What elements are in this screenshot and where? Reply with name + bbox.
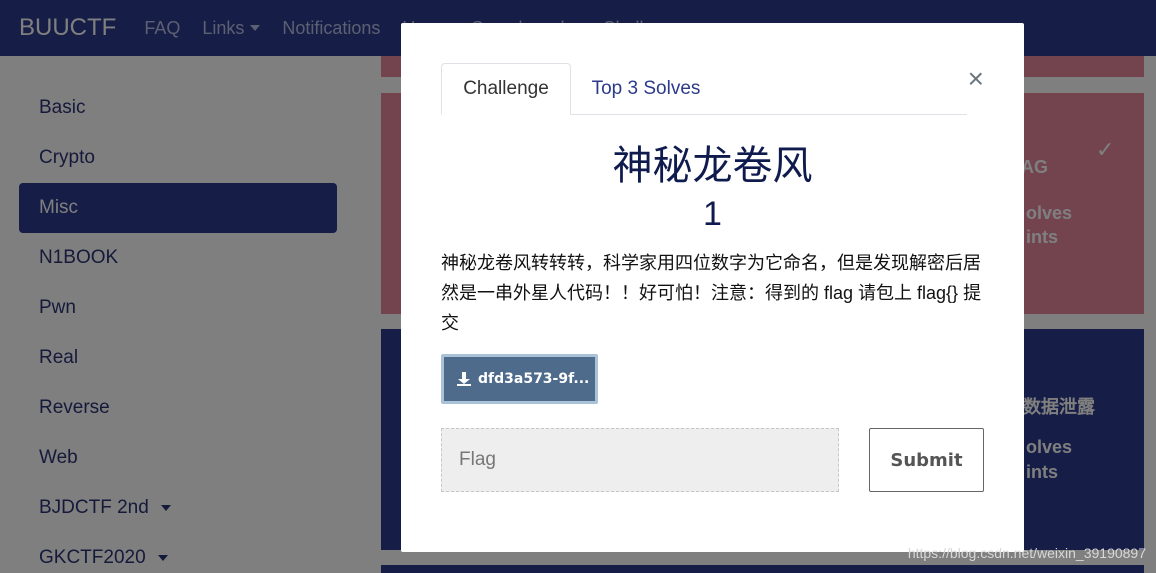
flag-input[interactable] [441,428,839,492]
download-icon [457,372,471,386]
challenge-description: 神秘龙卷风转转转，科学家用四位数字为它命名，但是发现解密后居然是一串外星人代码！… [441,253,982,333]
file-download-button[interactable]: dfd3a573-9f... [441,354,598,404]
tab-challenge[interactable]: Challenge [441,63,571,115]
challenge-modal: Challenge Top 3 Solves × 神秘龙卷风 1 神秘龙卷风转转… [401,23,1024,552]
tab-top-3-solves[interactable]: Top 3 Solves [571,63,721,115]
file-name: dfd3a573-9f... [478,371,590,387]
challenge-value: 1 [703,195,722,233]
submit-button[interactable]: Submit [869,428,984,492]
challenge-title: 神秘龙卷风 [612,144,813,188]
watermark: https://blog.csdn.net/weixin_39190897 [907,545,1146,561]
close-icon[interactable]: × [968,65,984,93]
modal-tabs: Challenge Top 3 Solves [441,63,967,115]
